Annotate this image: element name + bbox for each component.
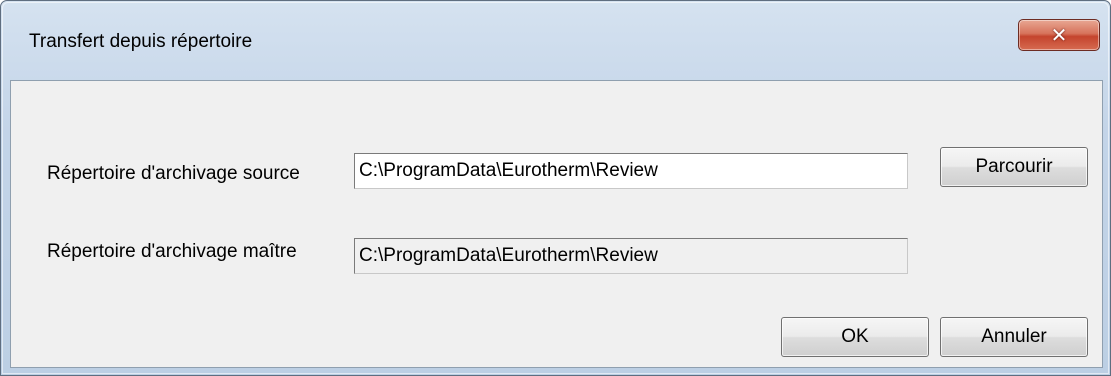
master-directory-field: C:\ProgramData\Eurotherm\Review (354, 238, 908, 274)
source-directory-input[interactable]: C:\ProgramData\Eurotherm\Review (354, 153, 908, 189)
window-title: Transfert depuis répertoire (29, 31, 253, 52)
close-icon: ✕ (1050, 23, 1068, 47)
cancel-button[interactable]: Annuler (940, 317, 1088, 357)
ok-button[interactable]: OK (781, 317, 929, 357)
browse-button[interactable]: Parcourir (940, 147, 1088, 187)
master-directory-label: Répertoire d'archivage maître (47, 241, 297, 262)
close-button[interactable]: ✕ (1018, 19, 1100, 51)
dialog-client-area: Répertoire d'archivage source C:\Program… (10, 80, 1103, 368)
dialog-window: Transfert depuis répertoire ✕ Répertoire… (0, 0, 1111, 376)
source-directory-label: Répertoire d'archivage source (47, 163, 300, 184)
